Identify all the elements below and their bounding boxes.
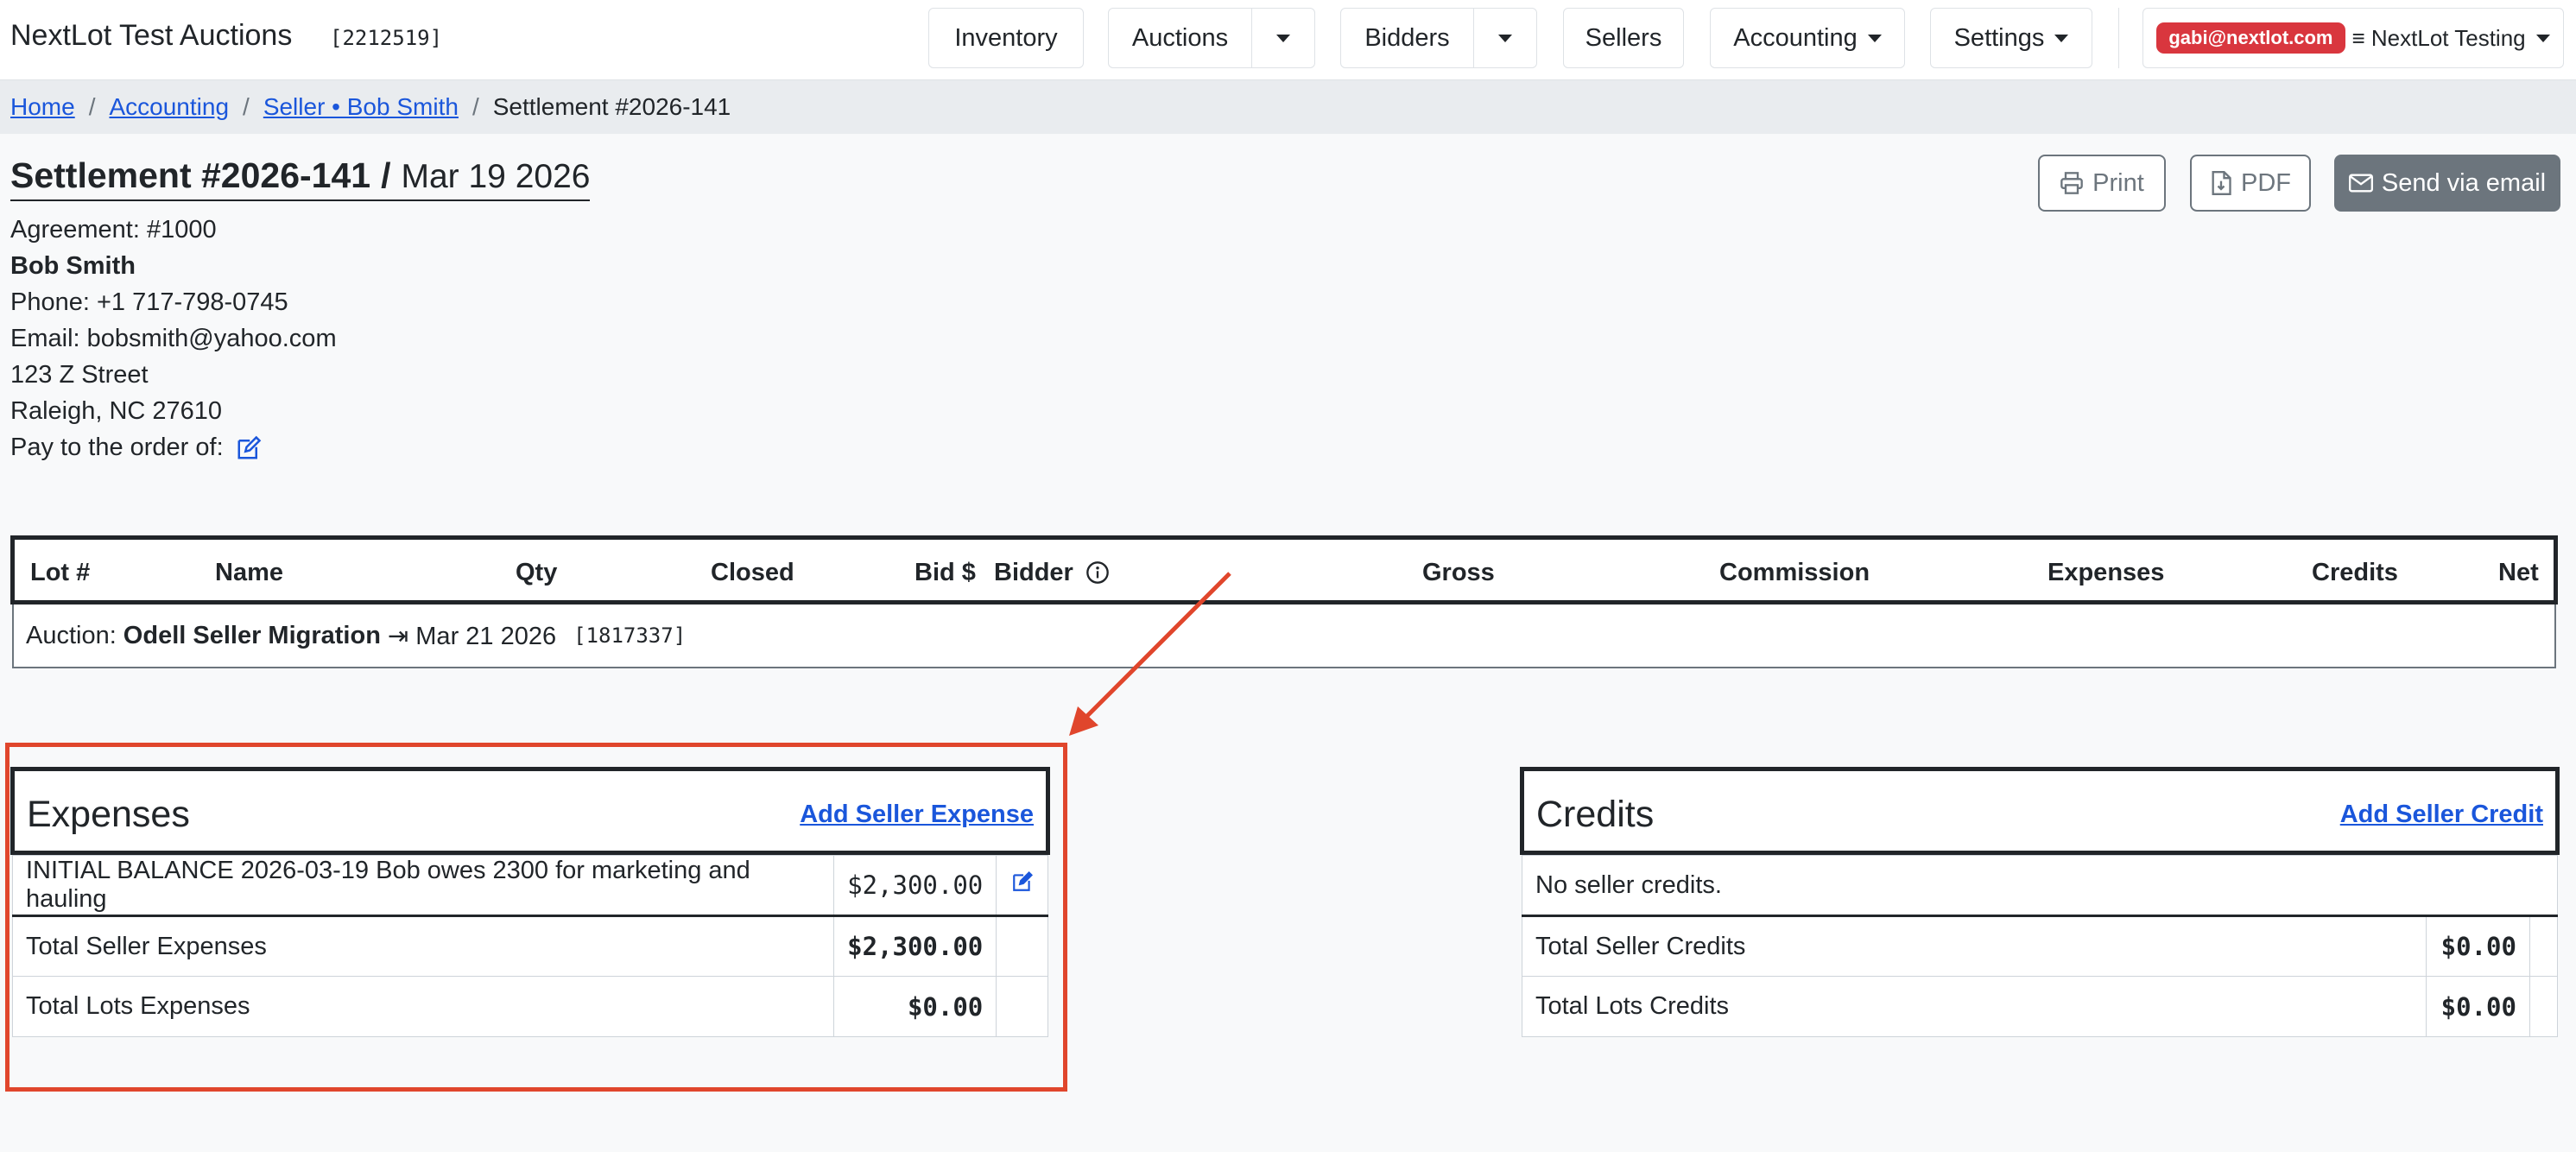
title-separator: /	[381, 155, 391, 195]
settings-dropdown[interactable]: Settings	[1930, 8, 2092, 68]
empty-cell	[2529, 915, 2559, 977]
col-lot-number: Lot #	[30, 559, 91, 586]
chevron-down-icon	[1867, 34, 1882, 42]
auction-id: [1817337]	[573, 623, 687, 648]
pay-to-label: Pay to the order of:	[10, 434, 224, 461]
inventory-label: Inventory	[954, 23, 1058, 52]
auction-group-row: Auction: Odell Seller Migration ⇥ Mar 21…	[12, 604, 2556, 668]
total-seller-credits-label: Total Seller Credits	[1522, 915, 2427, 977]
auction-name[interactable]: Odell Seller Migration	[123, 622, 381, 650]
no-credits-message: No seller credits.	[1522, 855, 2558, 916]
page-title: Settlement #2026-141/ Mar 19 2026	[10, 155, 591, 201]
add-seller-credit-link[interactable]: Add Seller Credit	[2340, 801, 2543, 829]
bidders-button[interactable]: Bidders	[1341, 9, 1473, 67]
envelope-icon	[2348, 174, 2373, 193]
col-bidder-label: Bidder	[994, 559, 1073, 586]
settings-label: Settings	[1953, 23, 2045, 52]
settlement-date: Mar 19 2026	[401, 158, 591, 195]
auctions-dropdown-toggle[interactable]	[1251, 9, 1314, 67]
breadcrumb-accounting[interactable]: Accounting	[109, 93, 229, 121]
accounting-label: Accounting	[1733, 23, 1858, 52]
breadcrumb-separator: /	[472, 93, 479, 120]
credits-header: Credits Add Seller Credit	[1520, 767, 2560, 855]
sellers-button[interactable]: Sellers	[1563, 8, 1684, 68]
table-row: Total Seller Credits $0.00	[1522, 915, 2559, 977]
col-qty: Qty	[516, 559, 558, 586]
agreement-number: Agreement: #1000	[10, 216, 217, 244]
user-email-badge: gabi@nextlot.com	[2156, 22, 2345, 54]
auction-date: ⇥ Mar 21 2026	[387, 622, 557, 650]
brand-name[interactable]: NextLot Test Auctions	[10, 19, 292, 53]
table-row: No seller credits.	[1522, 855, 2558, 916]
col-credits: Credits	[2312, 559, 2398, 586]
bidders-label: Bidders	[1364, 23, 1450, 52]
lots-table-header: Lot # Name Qty Closed Bid $ Bidder Gross…	[10, 535, 2558, 604]
credits-table: No seller credits. Total Seller Credits …	[1522, 855, 2559, 1037]
auction-prefix: Auction:	[26, 621, 117, 649]
auctions-label: Auctions	[1131, 23, 1229, 52]
breadcrumb-separator: /	[243, 93, 250, 120]
col-expenses: Expenses	[2048, 559, 2165, 586]
total-lots-credits-amount: $0.00	[2426, 976, 2530, 1037]
send-email-label: Send via email	[2381, 168, 2547, 197]
settlement-number: Settlement #2026-141	[10, 155, 371, 195]
send-email-button[interactable]: Send via email	[2334, 155, 2560, 212]
inventory-button[interactable]: Inventory	[928, 8, 1084, 68]
col-bid: Bid $	[915, 559, 976, 586]
breadcrumb-home[interactable]: Home	[10, 93, 75, 121]
breadcrumb: Home / Accounting / Seller • Bob Smith /…	[0, 80, 2576, 134]
chevron-down-icon	[2054, 34, 2069, 42]
printer-icon	[2060, 172, 2084, 194]
auctions-button-group[interactable]: Auctions	[1108, 8, 1315, 68]
seller-name: Bob Smith	[10, 252, 136, 280]
breadcrumb-seller[interactable]: Seller • Bob Smith	[263, 93, 459, 121]
print-label: Print	[2092, 168, 2144, 197]
seller-city: Raleigh, NC 27610	[10, 397, 223, 425]
col-name: Name	[215, 559, 283, 586]
breadcrumb-current: Settlement #2026-141	[492, 93, 731, 120]
print-button[interactable]: Print	[2038, 155, 2166, 212]
annotation-highlight-box	[5, 743, 1067, 1092]
seller-street: 123 Z Street	[10, 361, 149, 389]
bidders-button-group[interactable]: Bidders	[1340, 8, 1537, 68]
seller-email: Email: bobsmith@yahoo.com	[10, 325, 337, 352]
empty-cell	[2529, 976, 2559, 1037]
accounting-dropdown[interactable]: Accounting	[1710, 8, 1905, 68]
chevron-down-icon	[1276, 34, 1290, 42]
info-icon[interactable]	[1085, 560, 1110, 585]
col-net: Net	[2498, 559, 2539, 586]
total-lots-credits-label: Total Lots Credits	[1522, 976, 2427, 1037]
credits-title: Credits	[1536, 794, 1655, 835]
pdf-button[interactable]: PDF	[2190, 155, 2311, 212]
total-seller-credits-amount: $0.00	[2426, 915, 2530, 977]
account-id: [2212519]	[330, 26, 443, 50]
seller-info: Agreement: #1000 Bob Smith Phone: +1 717…	[10, 212, 337, 465]
col-commission: Commission	[1719, 559, 1870, 586]
col-gross: Gross	[1422, 559, 1495, 586]
auctions-button[interactable]: Auctions	[1109, 9, 1251, 67]
col-bidder: Bidder	[994, 559, 1110, 587]
pdf-label: PDF	[2241, 168, 2291, 197]
nav-divider	[2118, 8, 2119, 68]
edit-icon[interactable]	[236, 435, 262, 461]
pay-to-order: Pay to the order of:	[10, 429, 337, 465]
top-navbar: NextLot Test Auctions [2212519] Inventor…	[0, 0, 2576, 80]
bidders-dropdown-toggle[interactable]	[1473, 9, 1536, 67]
breadcrumb-separator: /	[88, 93, 96, 120]
seller-phone: Phone: +1 717-798-0745	[10, 288, 288, 316]
chevron-down-icon	[1498, 34, 1512, 42]
col-closed: Closed	[711, 559, 794, 586]
sellers-label: Sellers	[1585, 23, 1662, 52]
table-row: Total Lots Credits $0.00	[1522, 976, 2559, 1037]
user-menu-dropdown[interactable]: gabi@nextlot.com ≡ NextLot Testing	[2142, 8, 2564, 68]
file-pdf-icon	[2212, 171, 2231, 195]
org-name: ≡ NextLot Testing	[2351, 24, 2526, 51]
chevron-down-icon	[2535, 34, 2550, 42]
